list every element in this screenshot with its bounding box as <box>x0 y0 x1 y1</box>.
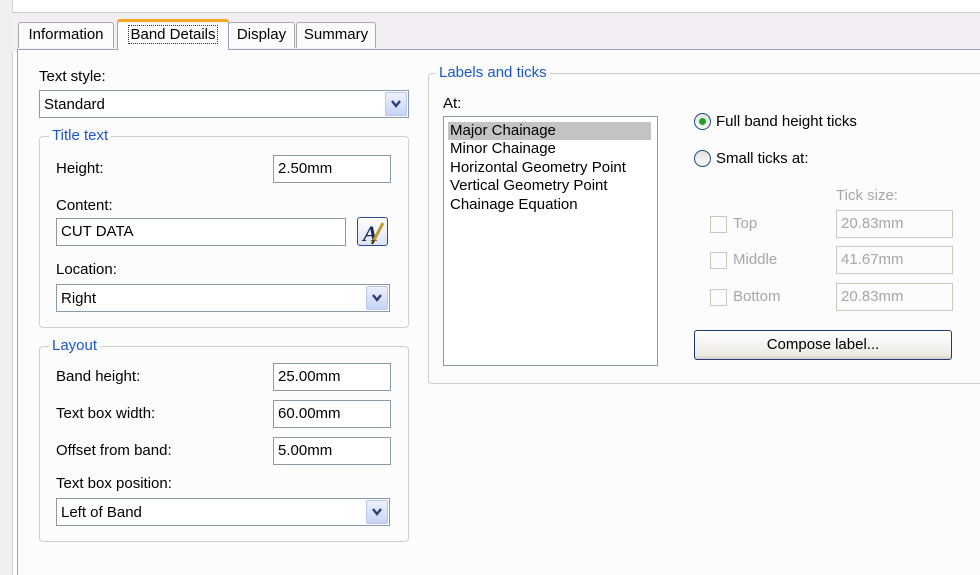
top-label: Top <box>733 215 758 232</box>
tab-band-details-label: Band Details <box>128 25 218 44</box>
middle-tick-size-field[interactable]: 41.67mm <box>836 246 953 274</box>
middle-label: Middle <box>733 251 778 268</box>
text-style-editor-button[interactable]: A <box>357 217 388 246</box>
window-left-edge <box>0 0 13 575</box>
band-height-label: Band height: <box>56 368 141 385</box>
offset-from-band-label: Offset from band: <box>56 442 172 459</box>
text-box-width-label: Text box width: <box>56 405 156 422</box>
tab-display-label: Display <box>236 26 287 43</box>
height-field[interactable]: 2.50mm <box>273 155 391 183</box>
chevron-down-icon[interactable] <box>366 286 388 310</box>
window-top-edge <box>0 0 980 12</box>
offset-from-band-field[interactable]: 5.00mm <box>273 437 391 465</box>
location-dropdown[interactable]: Right <box>56 284 390 312</box>
layout-legend: Layout <box>49 337 101 355</box>
tab-summary-label: Summary <box>303 26 369 43</box>
bottom-label: Bottom <box>733 288 781 305</box>
svg-text:A: A <box>361 221 378 245</box>
list-item[interactable]: Horizontal Geometry Point <box>448 159 628 177</box>
text-box-position-value: Left of Band <box>61 504 142 521</box>
chevron-down-icon[interactable] <box>366 500 388 524</box>
at-label: At: <box>443 95 462 112</box>
text-box-position-label: Text box position: <box>56 475 172 492</box>
list-item[interactable]: Major Chainage <box>448 122 651 140</box>
middle-checkbox[interactable] <box>710 252 727 269</box>
tick-size-label: Tick size: <box>836 187 898 204</box>
text-box-position-dropdown[interactable]: Left of Band <box>56 498 390 526</box>
tab-display[interactable]: Display <box>228 22 295 48</box>
bottom-tick-size-field[interactable]: 20.83mm <box>836 283 953 311</box>
band-height-field[interactable]: 25.00mm <box>273 363 391 391</box>
full-band-height-label: Full band height ticks <box>716 113 857 130</box>
list-item[interactable]: Minor Chainage <box>448 140 558 158</box>
radio-selected-dot <box>699 118 706 125</box>
text-style-dropdown[interactable]: Standard <box>39 90 409 118</box>
compose-label-text: Compose label... <box>766 336 880 353</box>
content-label: Content: <box>56 197 113 214</box>
chevron-down-icon[interactable] <box>385 92 407 116</box>
tab-summary[interactable]: Summary <box>296 22 376 48</box>
height-label: Height: <box>56 160 104 177</box>
top-tick-size-field[interactable]: 20.83mm <box>836 210 953 238</box>
at-listbox[interactable]: Major Chainage Minor Chainage Horizontal… <box>443 116 658 366</box>
text-box-width-field[interactable]: 60.00mm <box>273 400 391 428</box>
bottom-checkbox[interactable] <box>710 289 727 306</box>
location-label: Location: <box>56 261 117 278</box>
text-style-label: Text style: <box>39 68 106 85</box>
text-style-icon: A <box>361 221 385 245</box>
tab-information[interactable]: Information <box>18 22 114 48</box>
small-ticks-radio[interactable] <box>694 150 711 167</box>
labels-and-ticks-legend: Labels and ticks <box>436 64 550 82</box>
list-item[interactable]: Vertical Geometry Point <box>448 177 610 195</box>
list-item[interactable]: Chainage Equation <box>448 196 580 214</box>
full-band-height-radio[interactable] <box>694 113 711 130</box>
tab-information-label: Information <box>28 26 104 43</box>
location-value: Right <box>61 290 97 307</box>
small-ticks-label: Small ticks at: <box>716 150 809 167</box>
text-style-value: Standard <box>44 96 105 113</box>
top-checkbox[interactable] <box>710 216 727 233</box>
title-text-legend: Title text <box>49 127 112 145</box>
tab-band-details[interactable]: Band Details <box>117 19 229 50</box>
compose-label-button[interactable]: Compose label... <box>694 330 952 360</box>
content-field[interactable]: CUT DATA <box>56 218 346 246</box>
